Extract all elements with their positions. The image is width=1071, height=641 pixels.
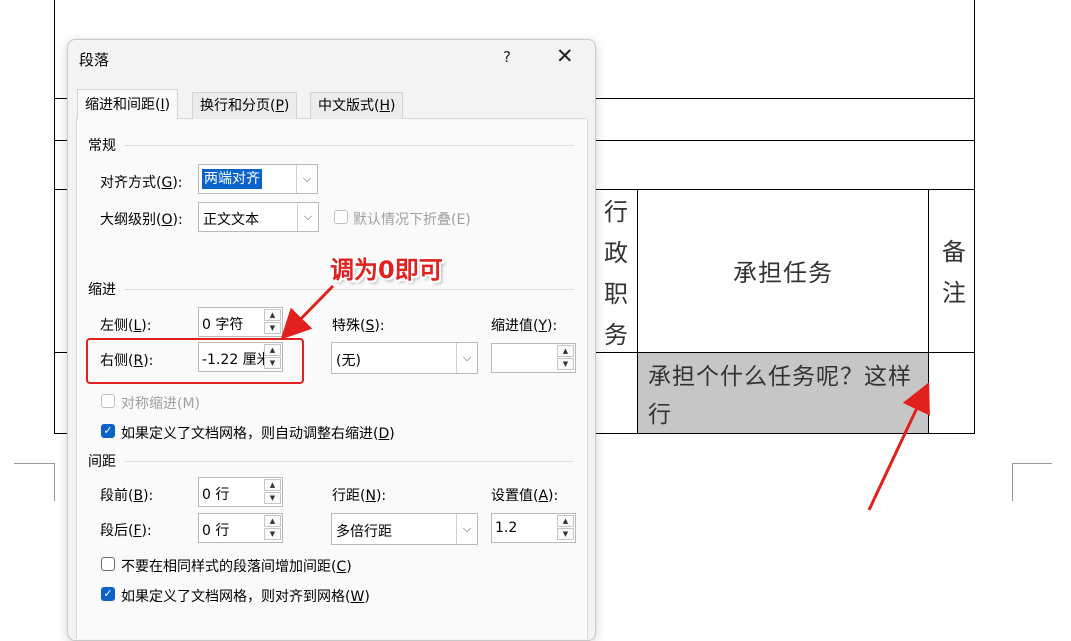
arrow-to-cell-edge <box>867 382 930 511</box>
arrow-to-right-indent <box>280 284 335 340</box>
annotation-arrows <box>280 284 930 511</box>
